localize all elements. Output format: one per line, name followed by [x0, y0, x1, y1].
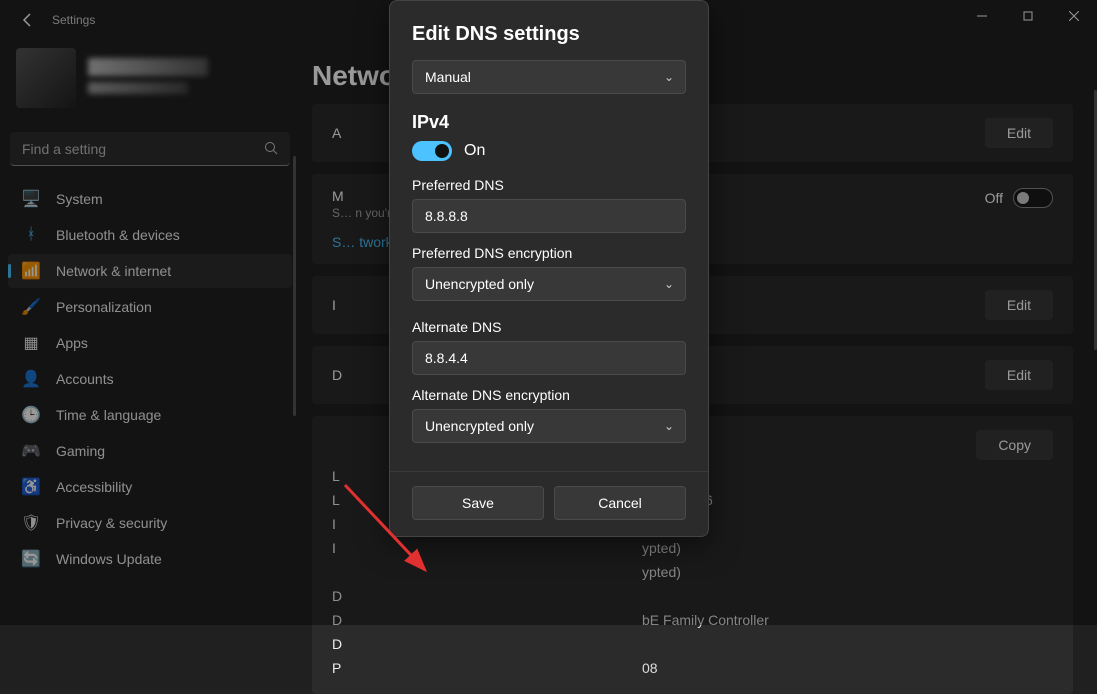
- alternate-dns-input[interactable]: [412, 341, 686, 375]
- dialog-title: Edit DNS settings: [412, 23, 686, 46]
- cancel-button[interactable]: Cancel: [554, 486, 686, 520]
- preferred-enc-select[interactable]: Unencrypted only: [412, 267, 686, 301]
- detail-row: P08: [332, 656, 1053, 680]
- preferred-dns-input[interactable]: [412, 199, 686, 233]
- detail-row: D: [332, 632, 1053, 656]
- mode-select[interactable]: Manual: [412, 60, 686, 94]
- alternate-enc-select[interactable]: Unencrypted only: [412, 409, 686, 443]
- save-button[interactable]: Save: [412, 486, 544, 520]
- ipv4-heading: IPv4: [412, 112, 686, 133]
- dns-dialog: Edit DNS settings Manual ⌄ IPv4 On Prefe…: [389, 0, 709, 537]
- ipv4-toggle[interactable]: [412, 141, 452, 161]
